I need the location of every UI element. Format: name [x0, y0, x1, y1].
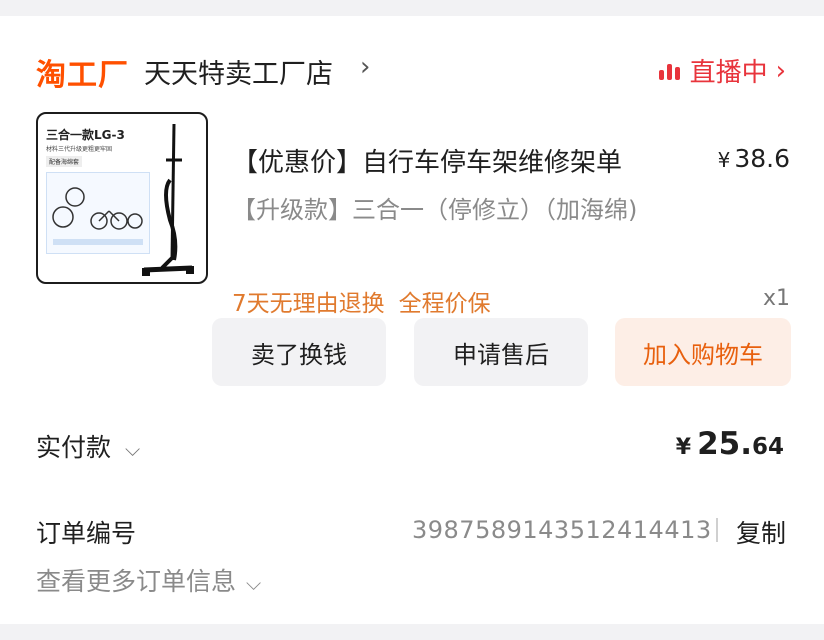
paid-integer: 25.: [697, 426, 752, 462]
product-price: ¥38.6: [718, 144, 790, 173]
currency-symbol: ¥: [717, 148, 731, 172]
chevron-right-icon: ›: [775, 55, 786, 86]
product-title[interactable]: 【优惠价】自行车停车架维修架单: [232, 142, 702, 179]
chevron-down-icon: ⌵: [125, 437, 141, 461]
price-value: 38.6: [734, 144, 790, 173]
order-number-label: 订单编号: [36, 519, 137, 548]
tag-price-protect: 全程价保: [398, 291, 491, 317]
copy-button[interactable]: 复制: [736, 514, 786, 550]
product-image-title: 三合一款LG-3: [46, 128, 125, 142]
product-spec[interactable]: 【升级款】三合一（停修立）（加海绵): [232, 192, 672, 228]
chevron-down-icon: ⌵: [246, 571, 262, 595]
chevron-right-icon[interactable]: ›: [360, 52, 370, 82]
paid-amount: ¥25.64: [676, 426, 784, 462]
more-order-info-label: 查看更多订单信息: [36, 567, 237, 596]
live-bars-icon: [658, 62, 680, 80]
live-indicator[interactable]: 直播中 ›: [658, 52, 786, 89]
paid-row[interactable]: 实付款 ⌵: [36, 428, 140, 464]
quantity: x1: [762, 286, 790, 311]
shop-logo[interactable]: 淘工厂: [36, 50, 129, 94]
product-image-subtitle: 材料三代升级更粗更牢固: [46, 146, 113, 153]
product-image-tag: 配备海绵套: [46, 156, 83, 167]
bike-stand-illustration: [142, 123, 194, 276]
add-to-cart-button[interactable]: 加入购物车: [615, 318, 791, 386]
product-image[interactable]: 三合一款LG-3 材料三代升级更粗更牢固 配备海绵套: [36, 112, 208, 284]
live-label: 直播中: [689, 58, 768, 88]
shop-name[interactable]: 天天特卖工厂店: [144, 52, 333, 91]
more-order-info[interactable]: 查看更多订单信息 ⌵: [36, 562, 261, 598]
divider: [716, 518, 718, 542]
sell-button[interactable]: 卖了换钱: [212, 318, 386, 386]
service-tags: 7天无理由退换 全程价保: [232, 284, 491, 318]
currency-symbol: ¥: [675, 435, 692, 460]
bike-illustration: [46, 172, 150, 254]
after-sale-button[interactable]: 申请售后: [414, 318, 588, 386]
tag-return: 7天无理由退换: [232, 291, 385, 317]
order-number: 3987589143512414413: [412, 516, 712, 544]
order-card: 淘工厂 天天特卖工厂店 › 直播中 › 三合一款LG-3 材料三代升级更粗更牢固…: [0, 16, 824, 624]
paid-label: 实付款: [36, 433, 112, 462]
paid-decimal: 64: [751, 434, 784, 460]
